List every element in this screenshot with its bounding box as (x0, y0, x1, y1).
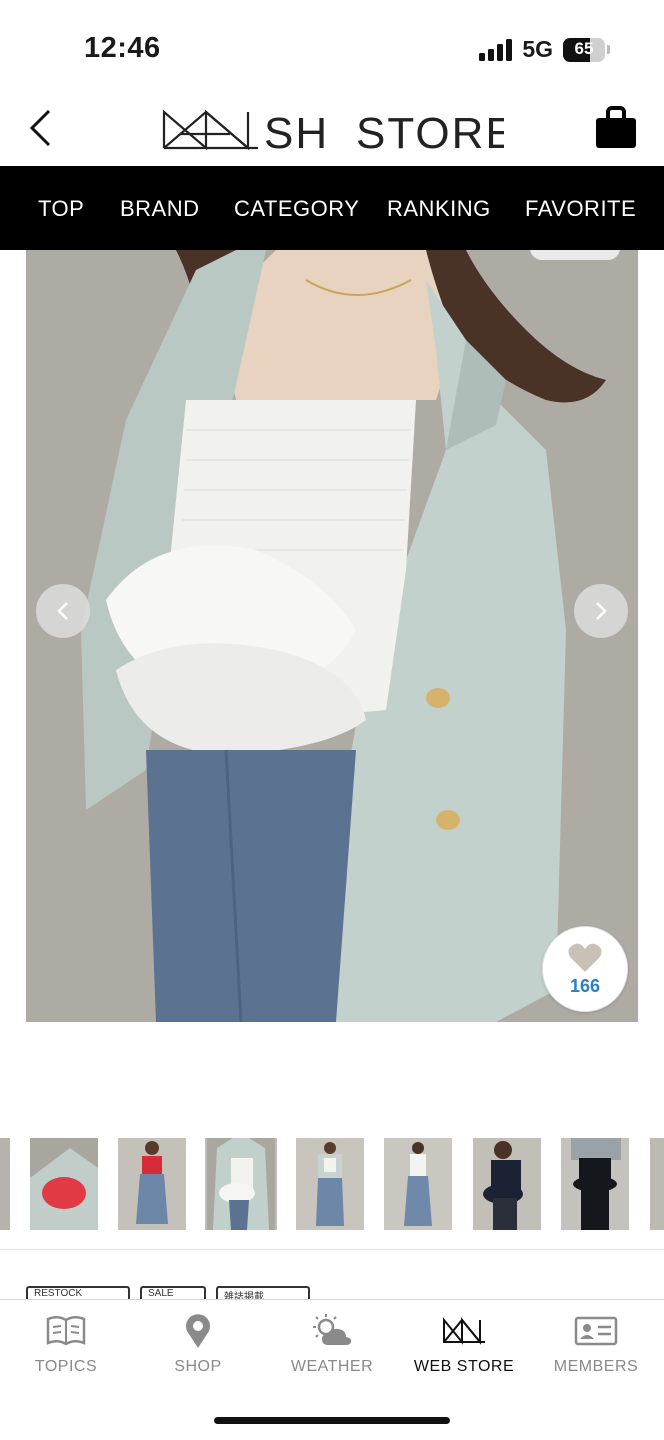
tag-chip[interactable]: RESTOCK (26, 1286, 130, 1300)
tab-label: TOPICS (34, 1358, 98, 1375)
nav-top[interactable]: TOP (38, 196, 84, 222)
bottom-tab-bar: TOPICS SHOP WEATHER WEB STORE MEMBERS (0, 1299, 664, 1440)
app-header: SH STORE (0, 96, 664, 166)
cart-button[interactable] (592, 104, 640, 152)
chevron-left-icon (57, 602, 68, 620)
thumbnail[interactable] (0, 1138, 10, 1230)
favorite-button[interactable]: 166 (542, 926, 628, 1012)
tab-members[interactable]: MEMBERS (536, 1314, 656, 1376)
battery-level: 65 (574, 38, 594, 58)
tab-topics[interactable]: TOPICS (6, 1314, 126, 1376)
tag-chip[interactable]: SALE (140, 1286, 206, 1300)
svg-text:SH: SH (264, 109, 329, 156)
chevron-left-icon (29, 109, 51, 147)
product-photo (26, 250, 638, 1022)
home-indicator (214, 1417, 450, 1424)
product-image[interactable]: 166 (26, 250, 638, 1022)
member-card-icon (574, 1314, 618, 1348)
tab-label: WEATHER (290, 1358, 374, 1375)
product-tags: RESTOCK SALE 雑誌掲載 (26, 1286, 310, 1300)
heart-icon (568, 943, 602, 972)
store-logo[interactable]: SH STORE (160, 104, 515, 158)
tab-weather[interactable]: WEATHER (272, 1314, 392, 1376)
thumbnail[interactable] (296, 1138, 364, 1230)
weather-icon (310, 1314, 354, 1348)
nav-ranking[interactable]: RANKING (387, 196, 491, 222)
section-divider (0, 1249, 664, 1250)
web-store-icon (442, 1314, 486, 1348)
thumbnail[interactable] (561, 1138, 629, 1230)
svg-text:STORE: STORE (356, 109, 504, 156)
nav-favorite[interactable]: FAVORITE (525, 196, 636, 222)
nav-brand[interactable]: BRAND (120, 196, 200, 222)
signal-icon (479, 38, 513, 61)
next-image-button[interactable] (574, 584, 628, 638)
tab-label: SHOP (174, 1358, 222, 1375)
map-pin-icon (176, 1314, 220, 1348)
tab-label: WEB STORE (413, 1358, 515, 1375)
mash-store-logo: SH STORE (162, 109, 515, 158)
thumbnail[interactable] (650, 1138, 664, 1230)
category-nav: TOP BRAND CATEGORY RANKING FAVORITE (0, 166, 664, 250)
favorite-count: 166 (569, 975, 601, 996)
status-time: 12:46 (84, 32, 161, 64)
shopping-bag-icon (596, 106, 636, 148)
thumbnail[interactable] (118, 1138, 186, 1230)
thumbnail-active[interactable] (205, 1138, 277, 1230)
tag-chip[interactable]: 雑誌掲載 (216, 1286, 310, 1300)
back-button[interactable] (18, 102, 62, 154)
tab-label: MEMBERS (553, 1358, 639, 1375)
tab-web-store[interactable]: WEB STORE (404, 1314, 524, 1376)
book-icon (44, 1314, 88, 1348)
nav-category[interactable]: CATEGORY (234, 196, 359, 222)
image-thumbnails (0, 1138, 664, 1230)
status-indicators: 5G 65 (479, 36, 610, 63)
network-type: 5G (522, 36, 553, 62)
tab-shop[interactable]: SHOP (138, 1314, 258, 1376)
battery-icon: 65 (563, 37, 605, 62)
image-tag (530, 250, 620, 260)
chevron-right-icon (596, 602, 607, 620)
thumbnail[interactable] (384, 1138, 452, 1230)
status-bar: 12:46 5G 65 (0, 0, 664, 96)
thumbnail[interactable] (30, 1138, 98, 1230)
thumbnail[interactable] (473, 1138, 541, 1230)
prev-image-button[interactable] (36, 584, 90, 638)
